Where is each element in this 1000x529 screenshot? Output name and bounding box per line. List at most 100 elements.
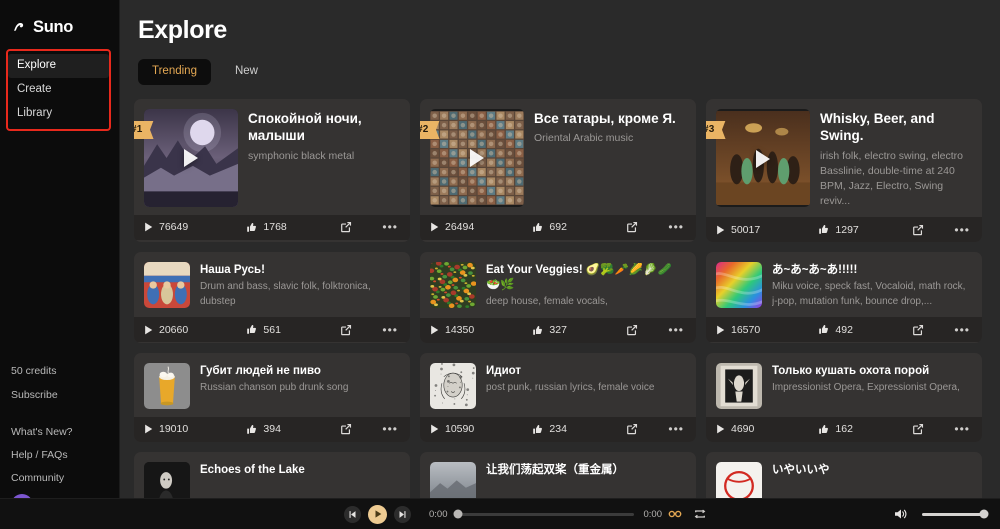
sidebar-item-create[interactable]: Create <box>8 78 109 102</box>
play-count-value: 20660 <box>159 323 189 336</box>
repeat-icon[interactable] <box>694 508 706 520</box>
like-count[interactable]: 1297 <box>818 224 900 236</box>
card-footer: 16570 492 ••• <box>706 317 982 343</box>
play-icon <box>430 424 439 434</box>
thumbnail-wrapper[interactable] <box>144 362 190 409</box>
thumbnail-wrapper[interactable] <box>430 262 476 309</box>
track-tags: irish folk, electro swing, electro Bassl… <box>820 149 963 208</box>
help-faqs-link[interactable]: Help / FAQs <box>0 444 119 467</box>
sidebar-item-explore[interactable]: Explore <box>8 54 109 78</box>
track-card[interactable]: Наша Русь! Drum and bass, slavic folk, f… <box>134 252 410 343</box>
card-footer: 14350 327 ••• <box>420 317 696 343</box>
play-icon[interactable] <box>368 504 387 524</box>
thumbnail-wrapper[interactable] <box>144 108 238 207</box>
seek-knob[interactable] <box>453 509 462 519</box>
share-icon[interactable] <box>614 324 650 336</box>
like-count-value: 492 <box>835 323 853 336</box>
card-text: Идиот post punk, russian lyrics, female … <box>486 363 686 409</box>
tab-new[interactable]: New <box>221 59 272 85</box>
volume-slider[interactable] <box>922 509 989 519</box>
track-card[interactable]: #2 Все татары, кроме Я. Oriental Arabic … <box>420 98 696 243</box>
explore-tabs: Trending New <box>134 59 982 85</box>
more-options-icon[interactable]: ••• <box>364 221 400 233</box>
like-count[interactable]: 492 <box>818 324 900 336</box>
thumbnail-wrapper[interactable] <box>430 108 524 207</box>
like-count[interactable]: 692 <box>532 221 614 233</box>
track-card[interactable]: Идиот post punk, russian lyrics, female … <box>420 352 696 442</box>
cover-art-framed-bw-painting <box>716 362 762 409</box>
share-icon[interactable] <box>900 423 936 435</box>
credits-label: 50 credits <box>11 365 57 378</box>
track-title: あ~あ~あ~あ!!!!! <box>772 264 858 277</box>
track-card[interactable]: Eat Your Veggies! 🥑🥦🥕🌽🥬🥒🥗🌿 deep house, f… <box>420 252 696 343</box>
seek-bar[interactable] <box>453 509 634 519</box>
like-count[interactable]: 1768 <box>246 221 328 233</box>
current-time: 0:00 <box>429 508 448 520</box>
whats-new-link[interactable]: What's New? <box>0 421 119 444</box>
like-count-value: 234 <box>549 423 567 436</box>
volume-knob[interactable] <box>979 509 989 519</box>
card-body: Идиот post punk, russian lyrics, female … <box>420 353 696 417</box>
play-count-value: 50017 <box>731 223 761 236</box>
thumbnail-wrapper[interactable] <box>716 362 762 409</box>
track-title: Echoes of the Lake <box>200 463 305 476</box>
subscribe-link[interactable]: Subscribe <box>0 384 119 407</box>
more-options-icon[interactable]: ••• <box>364 423 400 435</box>
cover-art-vegetables-collage <box>430 262 476 309</box>
suno-wave-logo-icon <box>11 19 28 36</box>
thumbnail-wrapper[interactable] <box>144 262 190 309</box>
player-bar: 0:00 0:00 <box>0 498 1000 529</box>
brand-logo[interactable]: Suno <box>0 0 119 42</box>
more-options-icon[interactable]: ••• <box>936 224 972 236</box>
thumbnail-wrapper[interactable] <box>716 108 810 210</box>
skip-previous-icon[interactable] <box>344 505 361 523</box>
like-count[interactable]: 162 <box>818 423 900 435</box>
share-icon[interactable] <box>328 423 364 435</box>
like-count[interactable]: 394 <box>246 423 328 435</box>
like-count[interactable]: 234 <box>532 423 614 435</box>
track-card[interactable]: Губит людей не пиво Russian chanson pub … <box>134 352 410 442</box>
thumbs-up-icon <box>532 222 543 233</box>
volume-high-icon[interactable] <box>894 508 908 520</box>
play-overlay-icon[interactable] <box>470 148 484 167</box>
track-title: Eat Your Veggies! 🥑🥦🥕🌽🥬🥒🥗🌿 <box>486 264 672 292</box>
track-card[interactable]: Только кушать охота порой Impressionist … <box>706 352 982 442</box>
play-overlay-icon[interactable] <box>756 149 770 168</box>
track-card[interactable]: #1 Спокойной ночи, малыши symphonic blac… <box>134 98 410 243</box>
share-icon[interactable] <box>900 324 936 336</box>
community-link[interactable]: Community <box>0 467 119 490</box>
sidebar-item-library[interactable]: Library <box>8 102 109 126</box>
more-options-icon[interactable]: ••• <box>650 423 686 435</box>
like-count[interactable]: 561 <box>246 324 328 336</box>
card-footer: 20660 561 ••• <box>134 317 410 343</box>
more-options-icon[interactable]: ••• <box>936 423 972 435</box>
track-card[interactable]: #3 Whisky, Beer, and Swing. irish folk, … <box>706 98 982 243</box>
share-icon[interactable] <box>328 324 364 336</box>
play-overlay-icon[interactable] <box>184 148 198 167</box>
play-icon <box>716 424 725 434</box>
skip-next-icon[interactable] <box>394 505 411 523</box>
thumbs-up-icon <box>532 424 543 435</box>
thumbnail-wrapper[interactable] <box>430 362 476 409</box>
infinity-loop-icon[interactable] <box>668 509 682 519</box>
app-root: Suno Explore Create Library 50 credits S… <box>0 0 1000 529</box>
more-options-icon[interactable]: ••• <box>364 324 400 336</box>
like-count-value: 1297 <box>835 223 859 236</box>
like-count-value: 1768 <box>263 221 287 233</box>
like-count[interactable]: 327 <box>532 324 614 336</box>
share-icon[interactable] <box>900 224 936 236</box>
tab-trending[interactable]: Trending <box>138 59 211 85</box>
play-icon <box>144 424 153 434</box>
play-icon <box>430 325 439 335</box>
more-options-icon[interactable]: ••• <box>650 324 686 336</box>
share-icon[interactable] <box>328 221 364 233</box>
share-icon[interactable] <box>614 423 650 435</box>
more-options-icon[interactable]: ••• <box>650 221 686 233</box>
card-text: Наша Русь! Drum and bass, slavic folk, f… <box>200 262 400 309</box>
thumbnail-wrapper[interactable] <box>716 262 762 309</box>
share-icon[interactable] <box>614 221 650 233</box>
track-card[interactable]: あ~あ~あ~あ!!!!! Miku voice, speck fast, Voc… <box>706 252 982 343</box>
cover-art-rainbow-swirl <box>716 262 762 309</box>
play-icon <box>716 325 725 335</box>
more-options-icon[interactable]: ••• <box>936 324 972 336</box>
